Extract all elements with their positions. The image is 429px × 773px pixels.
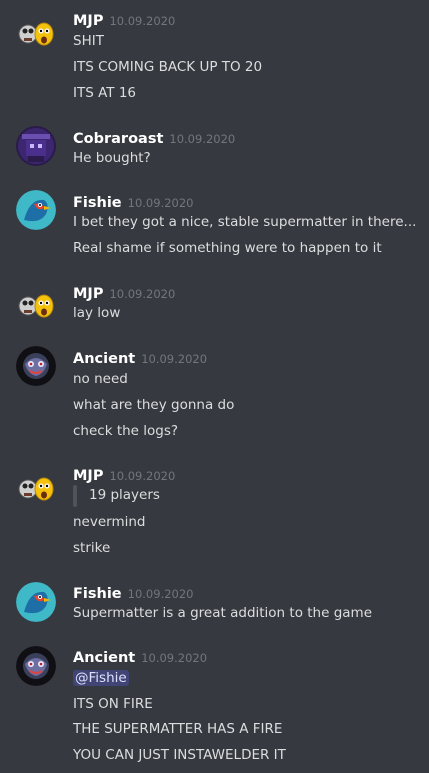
message-text: SHIT	[73, 33, 104, 49]
two-emoji-faces-icon[interactable]	[16, 14, 56, 54]
message-text: ITS ON FIRE	[73, 696, 153, 712]
two-emoji-faces-icon[interactable]	[16, 469, 56, 509]
timestamp: 10.09.2020	[109, 469, 176, 483]
message-text: THE SUPERMATTER HAS A FIRE	[73, 721, 283, 737]
message-text: YOU CAN JUST INSTAWELDER IT	[73, 747, 286, 763]
message-header: Ancient 10.09.2020	[73, 647, 207, 666]
message-text: nevermind	[73, 514, 146, 530]
message-text: I bet they got a nice, stable supermatte…	[73, 214, 417, 230]
chat-message-list: MJP 10.09.2020 SHIT ITS COMING BACK UP TO…	[0, 0, 429, 773]
message-text: ITS AT 16	[73, 85, 136, 101]
timestamp: 10.09.2020	[141, 352, 208, 366]
message-text: strike	[73, 540, 111, 556]
username[interactable]: Ancient	[73, 351, 135, 367]
message-text: check the logs?	[73, 423, 179, 439]
message-header: MJP 10.09.2020	[73, 465, 175, 484]
user-mention[interactable]: @Fishie	[73, 670, 129, 686]
username[interactable]: MJP	[73, 468, 103, 484]
message-header: Fishie 10.09.2020	[73, 192, 194, 211]
message-text: no need	[73, 371, 128, 387]
timestamp: 10.09.2020	[127, 587, 194, 601]
purple-figure-avatar-icon[interactable]	[16, 126, 56, 166]
username[interactable]: Fishie	[73, 586, 122, 602]
message-text: He bought?	[73, 150, 151, 166]
username[interactable]: MJP	[73, 286, 103, 302]
quote-bar	[73, 485, 77, 507]
dark-creature-avatar-icon[interactable]	[16, 646, 56, 686]
message-text: ITS COMING BACK UP TO 20	[73, 59, 263, 75]
timestamp: 10.09.2020	[109, 287, 176, 301]
message-header: Ancient 10.09.2020	[73, 348, 207, 367]
message-header: MJP 10.09.2020	[73, 283, 175, 302]
bird-avatar-icon[interactable]	[16, 582, 56, 622]
message-header: MJP 10.09.2020	[73, 10, 175, 29]
message-text: lay low	[73, 305, 121, 321]
message-header: Cobraroast 10.09.2020	[73, 128, 235, 147]
bird-avatar-icon[interactable]	[16, 190, 56, 230]
message-text: Real shame if something were to happen t…	[73, 240, 382, 256]
username[interactable]: Fishie	[73, 195, 122, 211]
message-text: Supermatter is a great addition to the g…	[73, 605, 372, 621]
two-emoji-faces-icon[interactable]	[16, 286, 56, 326]
username[interactable]: Cobraroast	[73, 131, 163, 147]
dark-creature-avatar-icon[interactable]	[16, 346, 56, 386]
timestamp: 10.09.2020	[127, 196, 194, 210]
timestamp: 10.09.2020	[169, 132, 236, 146]
quote-text: 19 players	[89, 487, 160, 503]
username[interactable]: Ancient	[73, 650, 135, 666]
timestamp: 10.09.2020	[109, 14, 176, 28]
message-header: Fishie 10.09.2020	[73, 583, 194, 602]
timestamp: 10.09.2020	[141, 651, 208, 665]
username[interactable]: MJP	[73, 13, 103, 29]
message-text: what are they gonna do	[73, 397, 235, 413]
